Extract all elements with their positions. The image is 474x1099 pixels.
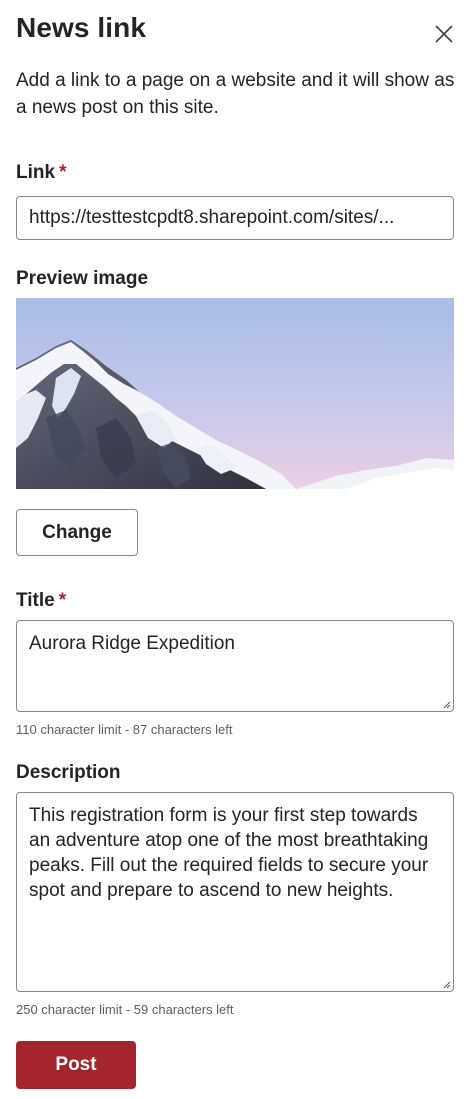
description-char-limit: 250 character limit - 59 characters left: [16, 1002, 234, 1017]
title-label: Title *: [16, 590, 66, 612]
required-mark: *: [58, 590, 67, 611]
description-input[interactable]: This registration form is your first ste…: [16, 792, 454, 992]
change-image-button[interactable]: Change: [16, 509, 138, 556]
post-button[interactable]: Post: [16, 1041, 136, 1089]
close-button[interactable]: [430, 20, 458, 48]
preview-image-label: Preview image: [16, 268, 149, 289]
panel-title: News link: [16, 12, 147, 43]
resize-grip-icon[interactable]: [441, 699, 451, 709]
preview-image: [16, 298, 454, 489]
description-label: Description: [16, 762, 121, 783]
required-mark: *: [59, 162, 67, 183]
link-label-text: Link: [16, 162, 56, 183]
link-input[interactable]: https://testtestcpdt8.sharepoint.com/sit…: [16, 196, 454, 240]
title-input[interactable]: Aurora Ridge Expedition: [16, 620, 454, 712]
title-label-text: Title: [16, 590, 55, 611]
mountain-image: [16, 298, 454, 489]
title-char-limit: 110 character limit - 87 characters left: [16, 722, 233, 737]
intro-text: Add a link to a page on a website and it…: [16, 70, 455, 118]
description-input-value: This registration form is your first ste…: [29, 805, 429, 901]
close-icon: [435, 25, 453, 43]
link-label: Link *: [16, 162, 66, 184]
resize-grip-icon[interactable]: [441, 979, 451, 989]
title-input-value: Aurora Ridge Expedition: [29, 633, 235, 654]
link-input-value: https://testtestcpdt8.sharepoint.com/sit…: [29, 207, 395, 228]
